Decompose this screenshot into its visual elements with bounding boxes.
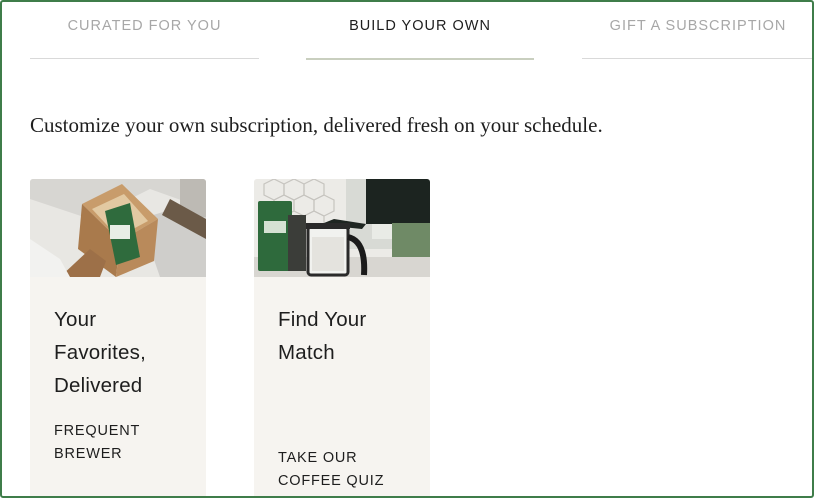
tab-label: CURATED FOR YOU bbox=[67, 18, 222, 34]
french-press-photo bbox=[254, 179, 430, 277]
card-title: Your Favorites, Delivered bbox=[54, 308, 146, 397]
tab-build-your-own[interactable]: BUILD YOUR OWN bbox=[306, 0, 534, 60]
card-favorites-delivered[interactable]: Your Favorites, Delivered FREQUENT BREWE… bbox=[30, 179, 206, 498]
tab-underline bbox=[30, 58, 259, 59]
coffee-box-photo bbox=[30, 179, 206, 277]
card-title: Find Your Match bbox=[278, 308, 367, 364]
intro-text: Customize your own subscription, deliver… bbox=[30, 113, 603, 137]
card-cta-link[interactable]: FREQUENT BREWER bbox=[54, 420, 194, 466]
tab-label: BUILD YOUR OWN bbox=[349, 18, 491, 34]
tab-gift-a-subscription[interactable]: GIFT A SUBSCRIPTION bbox=[582, 0, 814, 60]
tab-underline bbox=[582, 58, 814, 59]
tab-underline-active bbox=[306, 58, 534, 60]
tab-curated-for-you[interactable]: CURATED FOR YOU bbox=[30, 0, 259, 60]
card-find-your-match[interactable]: Find Your Match TAKE OUR COFFEE QUIZ bbox=[254, 179, 430, 498]
card-cta-link[interactable]: TAKE OUR COFFEE QUIZ bbox=[278, 447, 418, 493]
tab-label: GIFT A SUBSCRIPTION bbox=[609, 18, 787, 34]
